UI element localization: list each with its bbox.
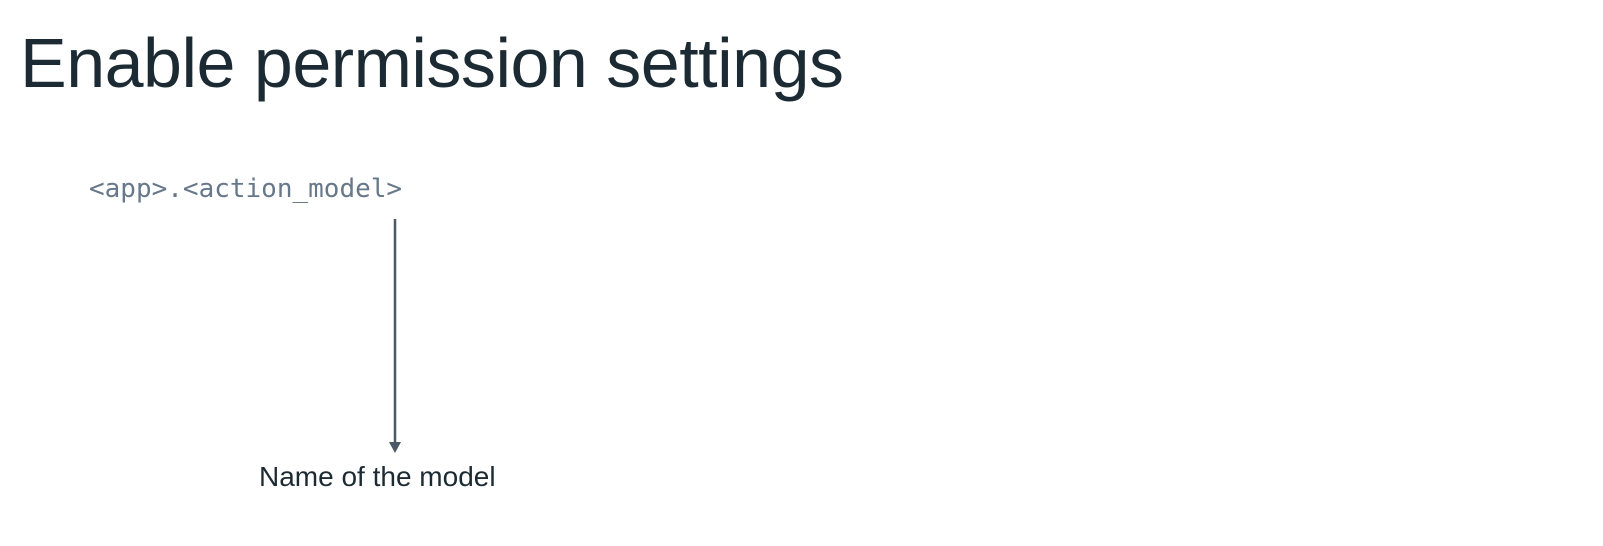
slide: Enable permission settings <app>.<action… (0, 0, 1603, 546)
slide-title: Enable permission settings (20, 24, 844, 102)
arrow-caption: Name of the model (259, 461, 496, 492)
code-snippet: <app>.<action_model> (89, 174, 403, 204)
arrow-head (389, 442, 401, 453)
